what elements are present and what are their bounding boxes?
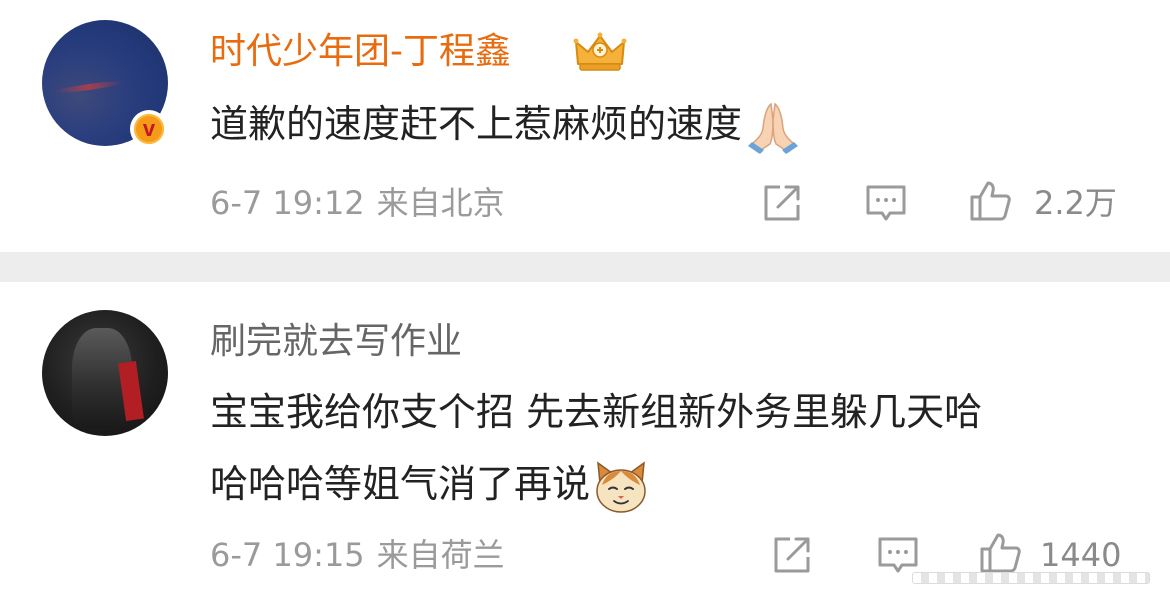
location: 来自北京 bbox=[376, 184, 505, 222]
like-count: 2.2万 bbox=[1034, 184, 1117, 222]
thumbs-up-icon[interactable] bbox=[968, 179, 1012, 223]
like-count: 1440 bbox=[1040, 536, 1122, 574]
timestamp: 6-7 19:15 bbox=[210, 536, 365, 574]
comment-divider bbox=[0, 252, 1170, 282]
comment-body: 道歉的速度赶不上惹麻烦的速度 bbox=[210, 102, 743, 146]
thumbs-up-icon[interactable] bbox=[978, 531, 1022, 575]
comment-icon[interactable] bbox=[864, 181, 908, 225]
comment-line: 宝宝我给你支个招 先去新组新外务里躲几天哈 bbox=[210, 390, 983, 434]
username[interactable]: 时代少年团-丁程鑫 bbox=[210, 30, 511, 74]
username[interactable]: 刷完就去写作业 bbox=[210, 320, 462, 364]
crown-icon bbox=[573, 32, 627, 71]
cat-face-emoji bbox=[596, 460, 646, 513]
avatar[interactable] bbox=[42, 310, 168, 436]
location: 来自荷兰 bbox=[376, 536, 505, 574]
comment-line: 哈哈哈等姐气消了再说 bbox=[210, 448, 982, 520]
comment-meta: 6-7 19:12 来自北京 bbox=[210, 183, 505, 223]
comment-item: v 时代少年团-丁程鑫 道歉的速度赶不上惹麻烦的速度 6-7 19:12 来自北京 bbox=[0, 0, 1170, 252]
comment-text: 宝宝我给你支个招 先去新组新外务里躲几天哈 哈哈哈等姐气消了再说 bbox=[210, 376, 982, 520]
comment-meta: 6-7 19:15 来自荷兰 bbox=[210, 535, 505, 575]
share-icon[interactable] bbox=[760, 181, 804, 225]
share-icon[interactable] bbox=[770, 533, 814, 577]
comment-text: 道歉的速度赶不上惹麻烦的速度 bbox=[210, 88, 802, 160]
watermark-overlay bbox=[912, 572, 1150, 584]
verified-badge-icon: v bbox=[130, 110, 168, 148]
avatar-decoration bbox=[53, 79, 125, 95]
comment-icon[interactable] bbox=[876, 533, 920, 577]
timestamp: 6-7 19:12 bbox=[210, 184, 365, 222]
comment-line-text: 哈哈哈等姐气消了再说 bbox=[210, 462, 591, 506]
folded-hands-emoji bbox=[748, 102, 799, 154]
